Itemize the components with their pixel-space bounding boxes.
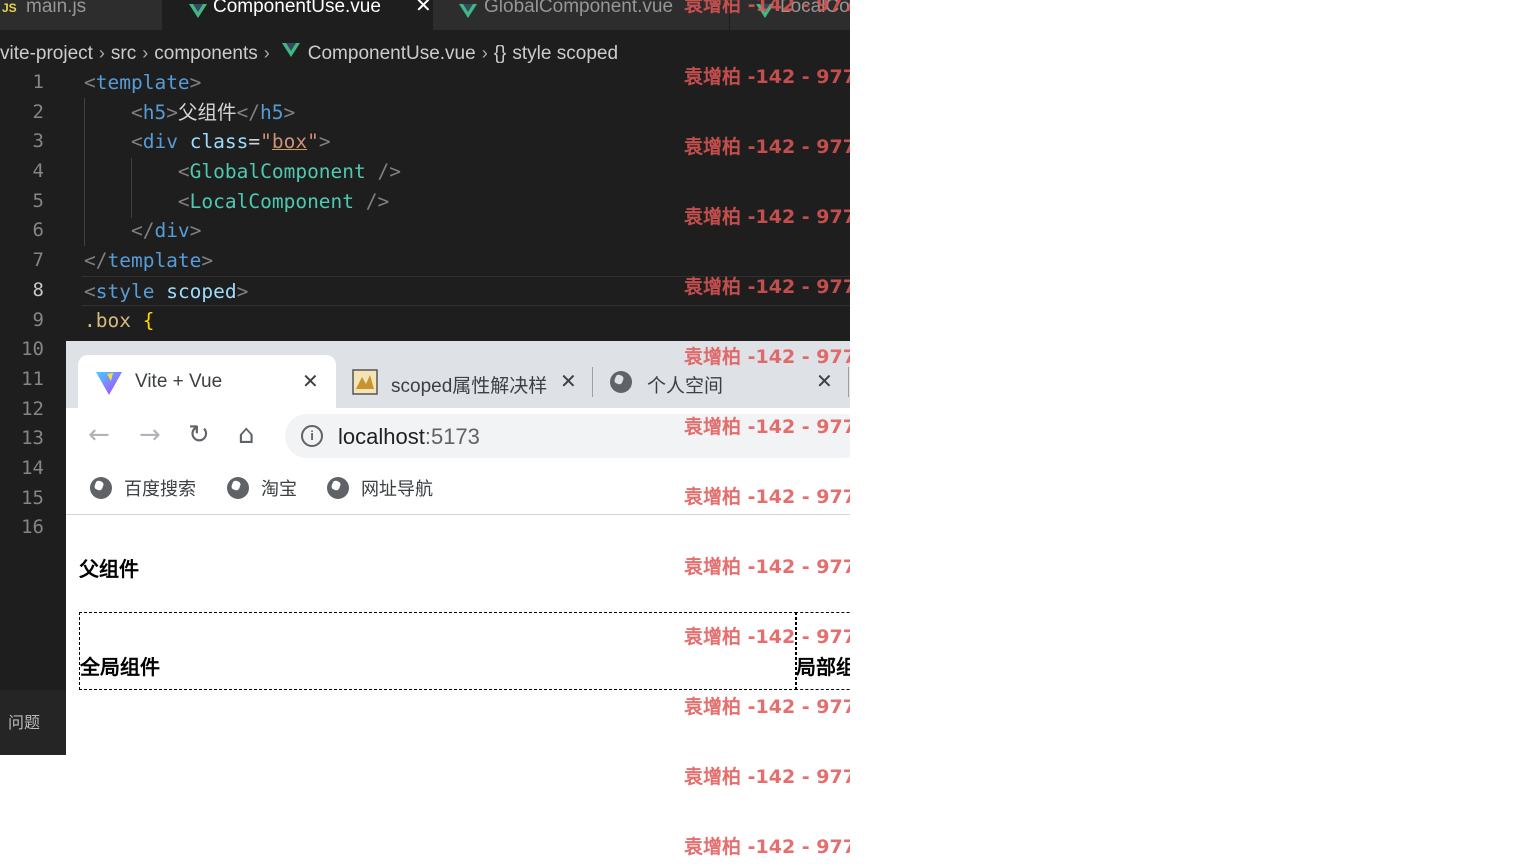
line-number: 9 [32, 308, 44, 331]
parent-heading: 父组件 [79, 557, 139, 581]
vue-file-icon [459, 4, 477, 18]
globe-icon [90, 477, 112, 499]
breadcrumb-item-vite-project[interactable]: vite-project [0, 43, 93, 64]
bookmark-baidu[interactable]: 百度搜索 [90, 475, 196, 501]
line-number: 5 [32, 189, 44, 212]
browser-tab-title: Vite + Vue [135, 371, 223, 392]
watermark: 袁增柏 -142 - 977 [684, 416, 850, 438]
browser-tab-title: 个人空间 [647, 376, 724, 397]
bookmark-label: 淘宝 [261, 479, 297, 500]
bookmark-label: 网址导航 [361, 479, 433, 500]
chevron-right-icon: › [142, 43, 149, 63]
problems-panel-tab[interactable]: 问题 [0, 690, 66, 755]
line-number: 3 [32, 130, 44, 153]
browser-tab-title: scoped属性解决样 [391, 376, 548, 397]
browser-tab-scoped[interactable]: scoped属性解决样 ✕ [342, 355, 592, 408]
breadcrumb-item-symbol[interactable]: style scoped [512, 43, 618, 64]
global-component-label: 全局组件 [80, 655, 160, 679]
line-number: 2 [32, 100, 44, 123]
line-number: 6 [32, 219, 44, 242]
close-icon[interactable]: ✕ [302, 369, 319, 394]
vue-file-icon [189, 4, 207, 18]
line-number: 11 [21, 367, 44, 390]
reload-icon[interactable]: ↻ [188, 420, 210, 450]
globe-icon [227, 477, 249, 499]
line-number: 13 [21, 427, 44, 450]
tab-divider [592, 367, 593, 397]
watermark: 袁增柏 -142 - 977 [684, 486, 850, 508]
watermark: 袁增柏 -142 - 977 [684, 766, 850, 788]
screenshot: JS main.js ComponentUse.vue ✕ GlobalComp… [0, 0, 850, 864]
watermark: 袁增柏 -142 - 977 [684, 556, 850, 578]
local-component-label: 局部组 [796, 655, 850, 679]
code-line: <GlobalComponent /> [177, 160, 402, 184]
line-number-gutter: 1 2 3 4 5 6 7 8 9 10 11 12 13 14 15 16 [0, 68, 58, 543]
problems-label: 问题 [8, 713, 41, 732]
bookmark-nav[interactable]: 网址导航 [327, 475, 433, 501]
watermark: 袁增柏 -142 - 977 [684, 66, 850, 88]
watermark: 袁增柏 -142 - 977 [684, 346, 850, 368]
braces-icon: {} [493, 43, 507, 64]
editor-tab-label: main.js [26, 0, 87, 17]
vue-file-icon [281, 43, 300, 57]
line-number-current: 8 [32, 278, 44, 301]
watermark: 袁增柏 -142 - 977 [684, 836, 850, 858]
line-number: 4 [32, 160, 44, 183]
line-number: 12 [21, 397, 44, 420]
editor-tab-main-js[interactable]: JS main.js [0, 0, 163, 30]
line-number: 14 [21, 456, 44, 479]
close-icon[interactable]: ✕ [816, 369, 833, 394]
editor-tab-label: GlobalComponent.vue [484, 0, 674, 17]
code-line: <h5>父组件</h5> [130, 100, 296, 124]
watermark: 袁增柏 -142 - 977 [684, 136, 850, 158]
watermark: 袁增柏 -142 - 977 [684, 696, 850, 718]
close-icon[interactable]: ✕ [560, 369, 577, 394]
editor-tab-label: ComponentUse.vue [213, 0, 381, 17]
breadcrumb-item-file[interactable]: ComponentUse.vue [308, 43, 476, 64]
close-icon[interactable]: ✕ [415, 0, 432, 17]
forward-icon[interactable]: → [139, 420, 161, 450]
globe-icon [327, 477, 349, 499]
chevron-right-icon: › [98, 43, 105, 63]
watermark: 袁增柏 -142 - 977 [684, 206, 850, 228]
favicon-image-icon [352, 369, 378, 395]
line-number: 10 [21, 338, 44, 361]
globe-icon [610, 371, 632, 393]
bookmark-label: 百度搜索 [124, 479, 196, 500]
js-file-icon: JS [2, 1, 17, 15]
breadcrumb: vite-project › src › components › ComponentUse… [0, 38, 618, 68]
tab-divider [848, 367, 849, 397]
breadcrumb-item-components[interactable]: components [154, 43, 258, 64]
chevron-right-icon: › [263, 43, 270, 63]
breadcrumb-item-src[interactable]: src [111, 43, 136, 64]
line-number: 1 [32, 71, 44, 93]
vite-logo-icon [96, 372, 122, 395]
back-icon[interactable]: ← [88, 420, 110, 450]
line-number: 16 [21, 516, 44, 539]
site-info-icon[interactable]: i [301, 425, 323, 447]
bookmark-taobao[interactable]: 淘宝 [227, 475, 297, 501]
browser-tab-vite-vue[interactable]: Vite + Vue ✕ [78, 355, 336, 408]
watermark: 袁增柏 -142 - 977 [684, 0, 850, 16]
address-url: localhost:5173 [338, 424, 480, 449]
watermark: 袁增柏 -142 - 977 [684, 276, 850, 298]
editor-tab-componentuse[interactable]: ComponentUse.vue ✕ [163, 0, 433, 30]
line-number: 7 [32, 249, 44, 272]
chevron-right-icon: › [481, 43, 488, 63]
watermark: 袁增柏 -142 - 977 [684, 626, 850, 648]
code-line: .box { [84, 308, 155, 332]
line-number: 15 [21, 486, 44, 509]
home-icon[interactable]: ⌂ [238, 420, 255, 450]
